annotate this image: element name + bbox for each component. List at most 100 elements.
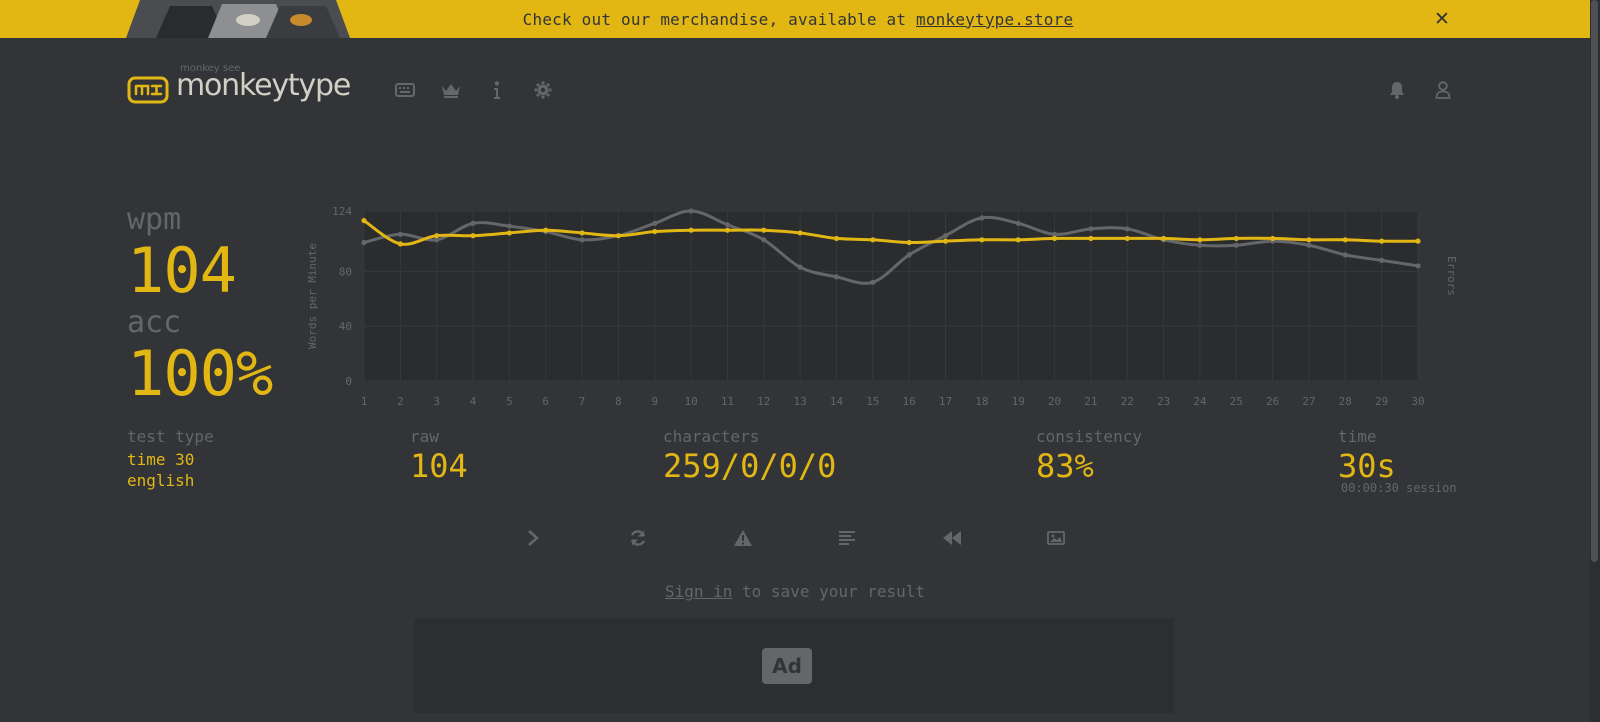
x-tick-label: 1 — [361, 395, 368, 408]
raw-point — [506, 223, 512, 229]
close-banner-button[interactable]: ✕ — [1430, 6, 1454, 32]
raw-point — [797, 264, 803, 270]
wpm-point — [434, 233, 440, 239]
raw-point — [870, 279, 876, 285]
x-tick-label: 30 — [1411, 395, 1424, 408]
info-icon[interactable] — [486, 80, 508, 100]
banner-text: Check out our merchandise, available at … — [522, 9, 1074, 29]
replay-button[interactable] — [937, 525, 967, 551]
y-axis-label: Words per Minute — [306, 243, 319, 349]
crown-icon[interactable] — [440, 80, 462, 100]
merch-banner: Check out our merchandise, available at … — [0, 0, 1590, 38]
x-tick-label: 14 — [830, 395, 844, 408]
wpm-point — [1160, 235, 1167, 242]
gear-icon[interactable] — [532, 80, 554, 100]
x-tick-label: 6 — [542, 395, 549, 408]
x-tick-label: 27 — [1302, 395, 1315, 408]
consistency-value: 83% — [1036, 447, 1094, 485]
raw-point — [1342, 252, 1348, 258]
logo[interactable]: monkey see monkeytype — [127, 63, 351, 106]
x-tick-label: 10 — [684, 395, 697, 408]
next-test-button[interactable] — [518, 525, 548, 551]
wpm-label: wpm — [127, 202, 182, 237]
ad-badge: Ad — [762, 648, 812, 684]
signin-rest: to save your result — [732, 582, 926, 601]
wpm-point — [1415, 238, 1421, 244]
x-tick-label: 25 — [1230, 395, 1243, 408]
x-tick-label: 12 — [757, 395, 770, 408]
x-tick-label: 8 — [615, 395, 622, 408]
bell-icon[interactable] — [1386, 80, 1408, 100]
x-tick-label: 21 — [1084, 395, 1097, 408]
x-tick-label: 24 — [1193, 395, 1207, 408]
raw-point — [1124, 226, 1130, 232]
wpm-point — [870, 237, 876, 243]
wpm-point — [1015, 237, 1021, 243]
scrollbar-thumb[interactable] — [1591, 0, 1598, 562]
keyboard-icon[interactable] — [394, 80, 416, 100]
wpm-point — [506, 230, 512, 236]
wpm-point — [1197, 237, 1203, 243]
x-tick-label: 22 — [1121, 395, 1134, 408]
wpm-value: 104 — [127, 234, 237, 307]
chart-plot-area — [364, 211, 1418, 381]
x-tick-label: 15 — [866, 395, 879, 408]
y-tick-label: 80 — [339, 265, 352, 278]
time-label: time — [1338, 427, 1377, 446]
wpm-point — [615, 233, 622, 239]
wpm-point — [1124, 235, 1130, 242]
wpm-chart: 040801241 2 3 4 5 6 7 8 9 10 11 12 13 14 15 16 17 18 19 20 2… — [306, 205, 1458, 408]
raw-point — [652, 220, 658, 226]
wpm-point — [1270, 235, 1276, 242]
acc-label: acc — [127, 305, 182, 340]
merch-image[interactable] — [126, 0, 350, 38]
restart-test-button[interactable] — [623, 525, 653, 551]
wpm-point — [724, 227, 731, 233]
report-warning-button[interactable] — [728, 525, 758, 551]
screenshot-button[interactable] — [1041, 525, 1071, 551]
y-tick-label: 124 — [332, 205, 352, 218]
x-tick-label: 23 — [1157, 395, 1170, 408]
wpm-point — [979, 237, 985, 243]
raw-point — [1088, 226, 1094, 232]
user-icon[interactable] — [1432, 80, 1454, 100]
raw-point — [1015, 220, 1021, 226]
wpm-point — [906, 239, 912, 246]
signin-link[interactable]: Sign in — [665, 582, 732, 601]
wpm-point — [470, 233, 476, 239]
raw-point — [1379, 257, 1385, 263]
merch-store-link[interactable]: monkeytype.store — [916, 10, 1073, 29]
raw-point — [397, 231, 403, 237]
wpm-point — [761, 227, 767, 233]
y-tick-label: 40 — [339, 320, 352, 333]
x-tick-label: 11 — [721, 395, 734, 408]
raw-point — [979, 215, 985, 221]
raw-point — [579, 237, 585, 243]
raw-point — [761, 237, 767, 243]
wpm-point — [942, 238, 949, 244]
wpm-point — [652, 228, 658, 235]
wpm-point — [1051, 235, 1058, 242]
raw-point — [1415, 263, 1421, 269]
acc-value: 100% — [127, 337, 273, 410]
wpm-point — [833, 235, 840, 242]
y-tick-label: 0 — [345, 375, 352, 388]
signin-prompt: Sign in to save your result — [0, 582, 1590, 601]
x-tick-label: 9 — [651, 395, 658, 408]
wpm-point — [579, 230, 585, 236]
x-tick-label: 16 — [903, 395, 916, 408]
raw-label: raw — [410, 427, 439, 446]
raw-value: 104 — [410, 447, 468, 485]
test-type-language[interactable]: english — [127, 470, 194, 491]
x-tick-label: 29 — [1375, 395, 1388, 408]
test-type-mode[interactable]: time 30 — [127, 449, 194, 470]
words-history-button[interactable] — [832, 525, 862, 551]
raw-point — [470, 220, 476, 226]
x-tick-label: 4 — [470, 395, 477, 408]
characters-value: 259/0/0/0 — [663, 447, 837, 485]
test-type-label: test type — [127, 427, 214, 446]
wpm-point — [1306, 237, 1312, 243]
x-tick-label: 5 — [506, 395, 513, 408]
consistency-label: consistency — [1036, 427, 1142, 446]
x-tick-label: 17 — [939, 395, 952, 408]
